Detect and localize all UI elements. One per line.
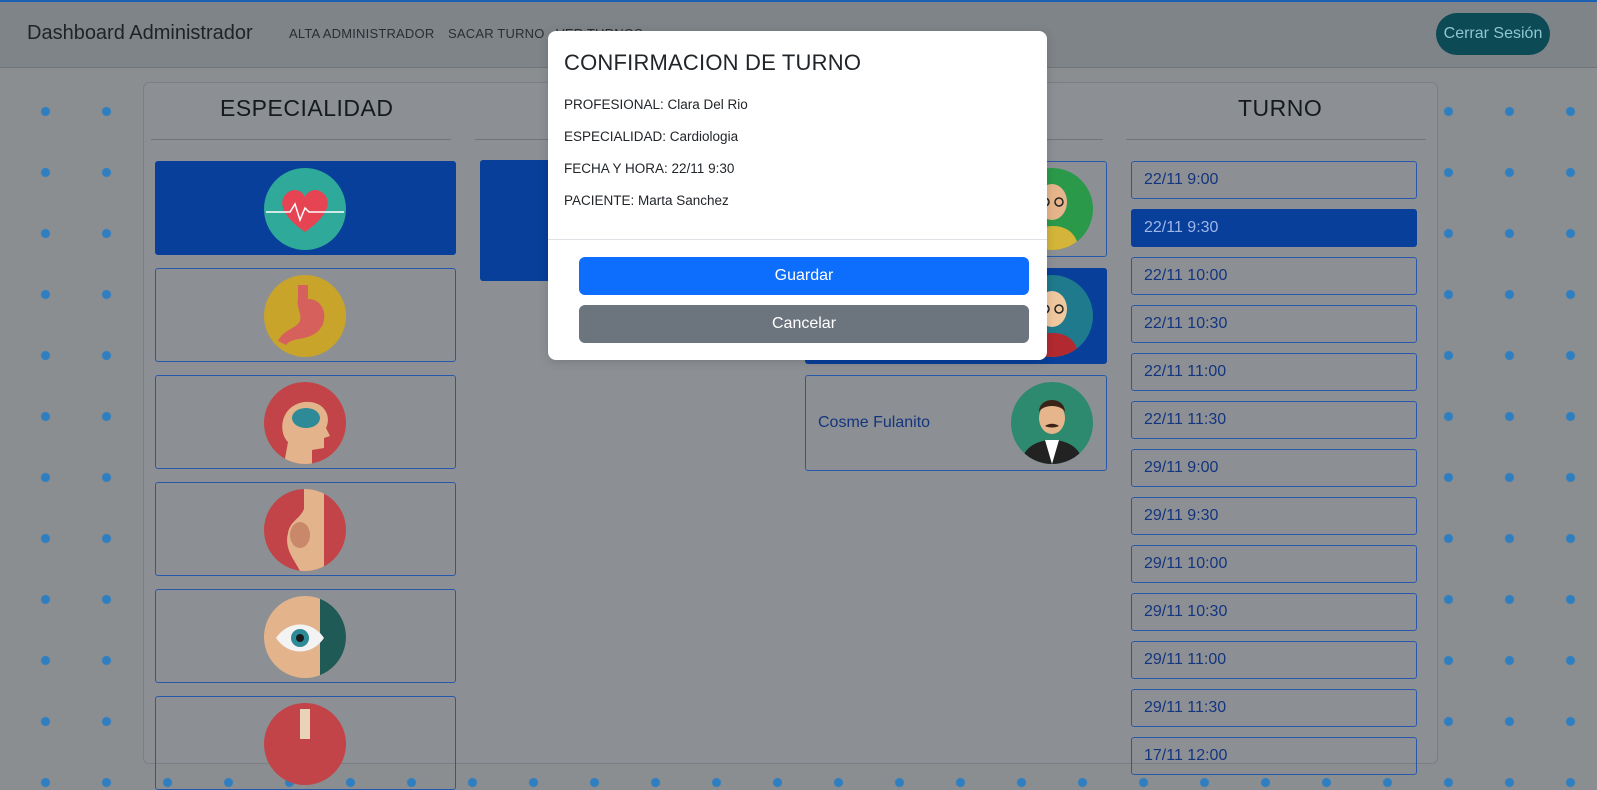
professional-name: Cosme Fulanito xyxy=(818,414,931,431)
nav-link-sacar-turno[interactable]: SACAR TURNO xyxy=(448,26,545,41)
nav-link-alta-administrador[interactable]: ALTA ADMINISTRADOR xyxy=(289,26,434,41)
profesional-divider-left xyxy=(475,139,555,140)
especialidad-title: ESPECIALIDAD xyxy=(220,95,394,121)
turno-item[interactable]: 22/11 10:30 xyxy=(1131,305,1417,343)
cancel-button[interactable]: Cancelar xyxy=(579,305,1029,343)
heart-icon xyxy=(264,168,346,250)
turno-item[interactable]: 22/11 9:00 xyxy=(1131,161,1417,199)
modal-title: CONFIRMACION DE TURNO xyxy=(564,50,862,75)
specialty-card-neumologia[interactable] xyxy=(155,696,456,790)
turno-title: TURNO xyxy=(1238,95,1323,121)
confirm-turno-modal: CONFIRMACION DE TURNO PROFESIONAL: Clara… xyxy=(548,31,1047,360)
logout-button[interactable]: Cerrar Sesión xyxy=(1436,13,1550,55)
brand-title[interactable]: Dashboard Administrador xyxy=(27,22,253,45)
save-button[interactable]: Guardar xyxy=(579,257,1029,295)
turno-item[interactable]: 29/11 10:00 xyxy=(1131,545,1417,583)
specialty-card-oftalmologia[interactable] xyxy=(155,589,456,683)
modal-especialidad: ESPECIALIDAD: Cardiologia xyxy=(564,129,739,144)
modal-fecha-hora: FECHA Y HORA: 22/11 9:30 xyxy=(564,161,735,176)
turno-divider xyxy=(1126,139,1426,140)
specialty-card-neuro[interactable] xyxy=(155,375,456,469)
turno-item[interactable]: 29/11 11:00 xyxy=(1131,641,1417,679)
turno-item[interactable]: 29/11 9:30 xyxy=(1131,497,1417,535)
turno-item[interactable]: 22/11 10:00 xyxy=(1131,257,1417,295)
modal-divider xyxy=(548,239,1047,240)
lungs-icon xyxy=(264,703,346,785)
stomach-icon xyxy=(264,275,346,357)
turno-item[interactable]: 22/11 11:30 xyxy=(1131,401,1417,439)
turno-item[interactable]: 29/11 10:30 xyxy=(1131,593,1417,631)
turno-item[interactable]: 29/11 9:00 xyxy=(1131,449,1417,487)
specialty-card-cardiologia[interactable] xyxy=(155,161,456,255)
turno-item[interactable]: 29/11 11:30 xyxy=(1131,689,1417,727)
pregnancy-icon xyxy=(264,489,346,571)
turno-item[interactable]: 22/11 9:30 xyxy=(1131,209,1417,247)
specialty-card-obstetricia[interactable] xyxy=(155,482,456,576)
modal-paciente: PACIENTE: Marta Sanchez xyxy=(564,193,729,208)
professional-card-3[interactable]: Cosme Fulanito xyxy=(805,375,1107,471)
man-mustache-avatar xyxy=(1011,382,1093,464)
turno-item[interactable]: 17/11 12:00 xyxy=(1131,737,1417,775)
especialidad-divider xyxy=(151,139,451,140)
turno-item[interactable]: 22/11 11:00 xyxy=(1131,353,1417,391)
brain-icon xyxy=(264,382,346,464)
profesional-divider-right xyxy=(1047,139,1103,140)
modal-profesional: PROFESIONAL: Clara Del Rio xyxy=(564,97,748,112)
eye-icon xyxy=(264,596,346,678)
specialty-card-gastro[interactable] xyxy=(155,268,456,362)
